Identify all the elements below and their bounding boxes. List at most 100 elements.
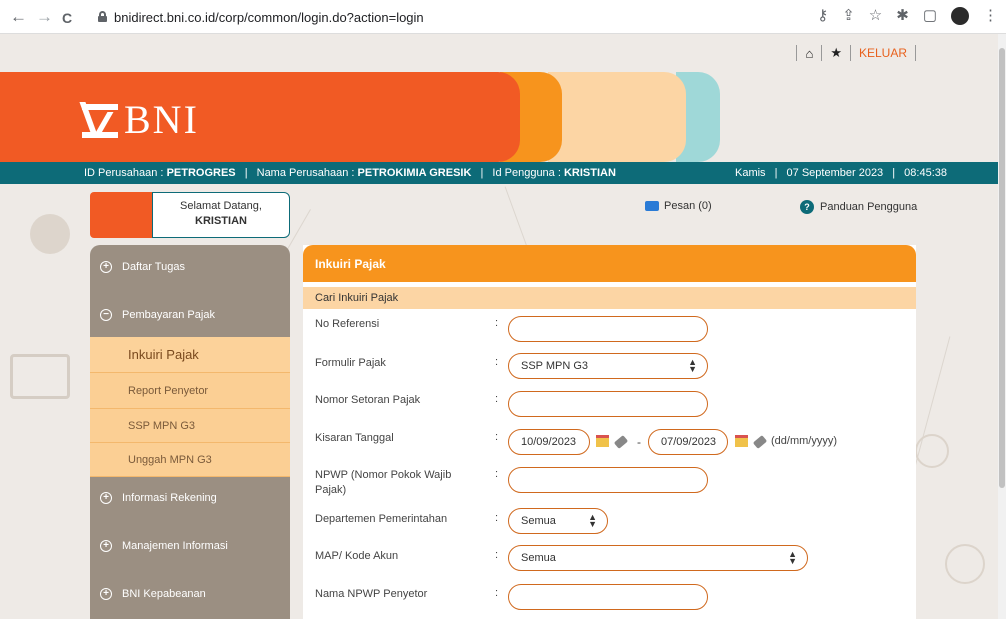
header-banner: BNI bbox=[0, 72, 720, 162]
company-id: PETROGRES bbox=[166, 167, 236, 179]
date-from-input[interactable]: 10/09/2023 bbox=[508, 429, 590, 455]
colon: : bbox=[495, 468, 499, 480]
bni-logo: BNI bbox=[79, 97, 199, 142]
sidebar-item-daftar-tugas[interactable]: + Daftar Tugas bbox=[90, 255, 290, 279]
sidebar-subitem-report-penyetor[interactable]: Report Penyetor bbox=[90, 373, 290, 409]
logout-link[interactable]: KELUAR bbox=[859, 46, 907, 60]
kisaran-tanggal-label: Kisaran Tanggal bbox=[315, 432, 394, 444]
back-button[interactable]: ← bbox=[10, 8, 27, 25]
session-info-bar: ID Perusahaan : PETROGRES | Nama Perusah… bbox=[0, 162, 1006, 184]
bni-logo-mark-icon bbox=[79, 102, 118, 138]
nomor-setoran-label: Nomor Setoran Pajak bbox=[315, 394, 421, 406]
bg-avatar-icon bbox=[30, 214, 70, 254]
colon: : bbox=[495, 317, 499, 329]
messages-link[interactable]: Pesan (0) bbox=[645, 200, 712, 212]
sidebar-item-pembayaran-pajak[interactable]: − Pembayaran Pajak bbox=[90, 303, 290, 327]
plus-circle-icon: + bbox=[100, 540, 112, 552]
colon: : bbox=[495, 587, 499, 599]
guide-link[interactable]: ? Panduan Pengguna bbox=[800, 200, 917, 214]
section-title: Cari Inkuiri Pajak bbox=[303, 287, 916, 309]
select-arrows-icon: ▲ ▼ bbox=[788, 549, 797, 566]
date-format-hint: (dd/mm/yyyy) bbox=[771, 435, 837, 447]
company-name-label: Nama Perusahaan : bbox=[256, 167, 355, 179]
time-text: 08:45:38 bbox=[904, 167, 947, 179]
minus-circle-icon: − bbox=[100, 309, 112, 321]
home-icon[interactable]: ⌂ bbox=[805, 46, 813, 61]
sidebar-item-label: BNI Kepabeanan bbox=[122, 588, 206, 600]
sidebar-item-informasi-rekening[interactable]: + Informasi Rekening bbox=[90, 485, 290, 511]
browser-actions: ⚷ ⇪ ☆ ✱ ▢ ⋮ bbox=[817, 7, 998, 25]
menu-icon[interactable]: ⋮ bbox=[983, 7, 998, 25]
eraser-icon[interactable] bbox=[613, 435, 629, 449]
sidebar-item-bni-kepabeanan[interactable]: + BNI Kepabeanan bbox=[90, 581, 290, 607]
sidebar: + Daftar Tugas − Pembayaran Pajak Inkuir… bbox=[90, 245, 290, 619]
map-kode-akun-value: Semua bbox=[521, 552, 556, 564]
departemen-select[interactable]: Semua ▲ ▼ bbox=[508, 508, 608, 534]
scrollbar-thumb[interactable] bbox=[999, 48, 1005, 488]
browser-toolbar: ← → C bnidirect.bni.co.id/corp/common/lo… bbox=[0, 0, 1006, 34]
formulir-pajak-label: Formulir Pajak bbox=[315, 357, 386, 369]
profile-avatar[interactable] bbox=[951, 7, 969, 25]
reload-button[interactable]: C bbox=[62, 10, 72, 27]
lock-icon bbox=[98, 11, 107, 22]
url-text: bnidirect.bni.co.id/corp/common/login.do… bbox=[114, 10, 424, 25]
eraser-icon[interactable] bbox=[752, 435, 768, 449]
plus-circle-icon: + bbox=[100, 588, 112, 600]
sidebar-subitem-inkuiri-pajak[interactable]: Inkuiri Pajak bbox=[90, 337, 290, 373]
forward-button[interactable]: → bbox=[36, 8, 53, 25]
favorite-star-icon[interactable]: ★ bbox=[830, 45, 842, 61]
plus-circle-icon: + bbox=[100, 261, 112, 273]
calendar-icon[interactable] bbox=[596, 435, 609, 447]
bg-monitor-icon bbox=[10, 354, 70, 399]
departemen-value: Semua bbox=[521, 515, 556, 527]
bg-circle-icon bbox=[915, 434, 949, 468]
share-icon[interactable]: ⇪ bbox=[842, 7, 855, 25]
welcome-name: KRISTIAN bbox=[195, 215, 247, 227]
user-id: KRISTIAN bbox=[563, 167, 616, 179]
panel-title: Inkuiri Pajak bbox=[303, 245, 916, 282]
page-scrollbar[interactable] bbox=[998, 34, 1006, 619]
sidebar-item-label: Manajemen Informasi bbox=[122, 540, 228, 552]
sidebar-subitem-ssp-mpn-g3[interactable]: SSP MPN G3 bbox=[90, 409, 290, 443]
help-icon: ? bbox=[800, 200, 814, 214]
formulir-pajak-select[interactable]: SSP MPN G3 ▲ ▼ bbox=[508, 353, 708, 379]
company-id-label: ID Perusahaan : bbox=[84, 167, 164, 179]
welcome-title: Selamat Datang, bbox=[180, 200, 262, 212]
npwp-label: NPWP (Nomor Pokok Wajib Pajak) bbox=[315, 469, 452, 496]
sidebar-subitem-unggah-mpn-g3[interactable]: Unggah MPN G3 bbox=[90, 443, 290, 477]
extensions-icon[interactable]: ✱ bbox=[896, 7, 909, 25]
departemen-label: Departemen Pemerintahan bbox=[315, 513, 448, 525]
map-kode-akun-select[interactable]: Semua ▲ ▼ bbox=[508, 545, 808, 571]
select-arrows-icon: ▲ ▼ bbox=[688, 357, 697, 374]
date-range-dash: - bbox=[637, 435, 641, 449]
no-referensi-input[interactable] bbox=[508, 316, 708, 342]
colon: : bbox=[495, 549, 499, 561]
bg-circle-icon bbox=[945, 544, 985, 584]
messages-label: Pesan (0) bbox=[664, 200, 712, 212]
mail-icon bbox=[645, 201, 659, 211]
sidepanel-icon[interactable]: ▢ bbox=[923, 7, 937, 25]
sidebar-item-label: Pembayaran Pajak bbox=[122, 309, 215, 321]
colon: : bbox=[495, 356, 499, 368]
sidebar-item-label: Informasi Rekening bbox=[122, 492, 217, 504]
map-kode-akun-label: MAP/ Kode Akun bbox=[315, 550, 399, 562]
star-icon[interactable]: ☆ bbox=[869, 7, 882, 25]
colon: : bbox=[495, 512, 499, 524]
inquiry-panel: Inkuiri Pajak Cari Inkuiri Pajak No Refe… bbox=[303, 245, 916, 619]
nama-npwp-label: Nama NPWP Penyetor bbox=[315, 588, 428, 600]
sidebar-item-manajemen-informasi[interactable]: + Manajemen Informasi bbox=[90, 533, 290, 559]
user-id-label: Id Pengguna : bbox=[492, 167, 561, 179]
nomor-setoran-input[interactable] bbox=[508, 391, 708, 417]
logo-text: BNI bbox=[124, 97, 199, 142]
no-referensi-label: No Referensi bbox=[315, 318, 380, 330]
date-to-input[interactable]: 07/09/2023 bbox=[648, 429, 728, 455]
day-text: Kamis bbox=[735, 167, 766, 179]
nama-npwp-input[interactable] bbox=[508, 584, 708, 610]
date-text: 07 September 2023 bbox=[786, 167, 884, 179]
calendar-icon[interactable] bbox=[735, 435, 748, 447]
sidebar-item-label: Daftar Tugas bbox=[122, 261, 185, 273]
key-icon[interactable]: ⚷ bbox=[817, 7, 828, 25]
plus-circle-icon: + bbox=[100, 492, 112, 504]
npwp-input[interactable] bbox=[508, 467, 708, 493]
colon: : bbox=[495, 431, 499, 443]
